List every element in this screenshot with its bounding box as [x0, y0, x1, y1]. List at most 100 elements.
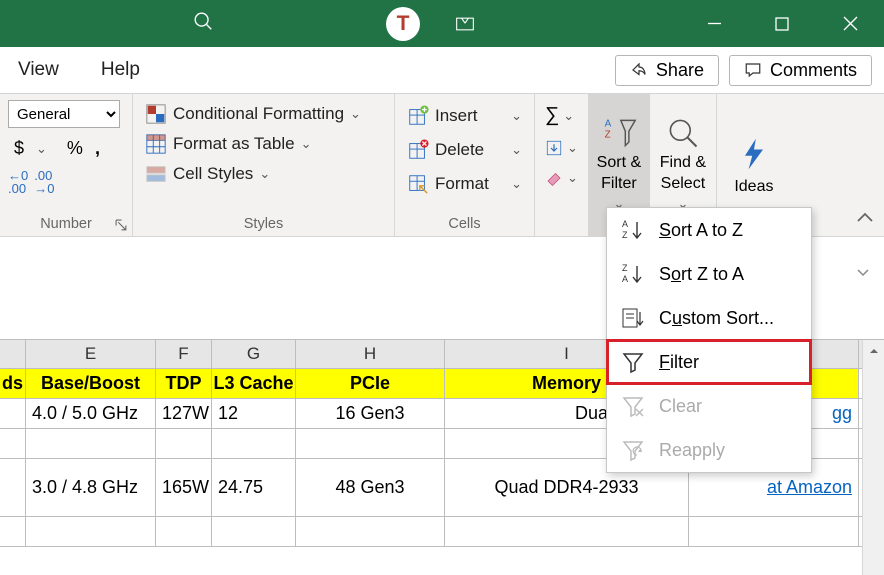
- format-label: Format: [435, 174, 489, 194]
- ribbon-display-options-icon[interactable]: [442, 0, 488, 47]
- menu-sort-a-to-z[interactable]: AZ Sort A to Z: [607, 208, 811, 252]
- number-dialog-launcher-icon[interactable]: [115, 219, 128, 232]
- sort-za-icon: ZA: [621, 262, 645, 286]
- accounting-format-button[interactable]: $: [8, 134, 30, 163]
- scroll-up-button[interactable]: [863, 340, 884, 362]
- cell[interactable]: [26, 517, 156, 546]
- cell[interactable]: TDP: [156, 369, 212, 398]
- cell[interactable]: L3 Cache: [212, 369, 296, 398]
- profile-avatar[interactable]: T: [386, 7, 420, 41]
- cells-group-label: Cells: [403, 216, 526, 232]
- collapse-ribbon-button[interactable]: [856, 211, 874, 230]
- cell[interactable]: 12: [212, 399, 296, 428]
- fill-down-icon: [545, 139, 563, 157]
- cell[interactable]: [0, 459, 26, 516]
- share-button[interactable]: Share: [615, 55, 719, 86]
- cell[interactable]: PCIe: [296, 369, 445, 398]
- percent-format-button[interactable]: %: [61, 134, 89, 163]
- window-controls: [680, 0, 884, 47]
- col-header-F[interactable]: F: [156, 340, 212, 368]
- menu-view[interactable]: View: [12, 55, 65, 85]
- col-header-E[interactable]: E: [26, 340, 156, 368]
- increase-decimal-button[interactable]: ←0.00: [8, 169, 28, 195]
- cell[interactable]: [0, 429, 26, 458]
- cell[interactable]: [296, 429, 445, 458]
- cell[interactable]: 16 Gen3: [296, 399, 445, 428]
- comments-button[interactable]: Comments: [729, 55, 872, 86]
- custom-sort-label: Custom Sort...: [659, 308, 774, 329]
- find-select-label: Find & Select: [660, 154, 706, 192]
- ideas-label: Ideas: [734, 177, 773, 198]
- clear-filter-icon: [621, 394, 645, 418]
- ideas-lightning-icon: [736, 133, 772, 175]
- fill-button[interactable]: ⌄: [541, 135, 582, 161]
- insert-button[interactable]: Insert ⌄: [403, 100, 526, 132]
- eraser-icon: [545, 169, 563, 187]
- cell[interactable]: 165W: [156, 459, 212, 516]
- cell-styles-label: Cell Styles: [173, 164, 253, 184]
- svg-text:Z: Z: [622, 263, 628, 273]
- cell[interactable]: 127W: [156, 399, 212, 428]
- cell[interactable]: [0, 399, 26, 428]
- cell[interactable]: [296, 517, 445, 546]
- col-header-blank[interactable]: [0, 340, 26, 368]
- svg-text:A: A: [622, 274, 628, 284]
- cell[interactable]: 3.0 / 4.8 GHz: [26, 459, 156, 516]
- cell[interactable]: [156, 517, 212, 546]
- conditional-formatting-button[interactable]: Conditional Formatting ⌄: [141, 100, 386, 128]
- sort-filter-dropdown: AZ Sort A to Z ZA Sort Z to A Custom Sor…: [606, 207, 812, 473]
- share-label: Share: [656, 60, 704, 81]
- format-as-table-icon: [145, 133, 167, 155]
- cell[interactable]: 4.0 / 5.0 GHz: [26, 399, 156, 428]
- filter-icon: [621, 350, 645, 374]
- svg-text:Z: Z: [622, 230, 628, 240]
- menu-help[interactable]: Help: [95, 55, 146, 85]
- titlebar: T: [0, 0, 884, 47]
- cell[interactable]: ds: [0, 369, 26, 398]
- menu-filter[interactable]: Filter: [607, 340, 811, 384]
- find-icon: [665, 115, 701, 151]
- cell[interactable]: [0, 517, 26, 546]
- conditional-formatting-icon: [145, 103, 167, 125]
- ribbon-editing-shortcuts: ∑⌄ ⌄ ⌄: [535, 94, 588, 236]
- number-format-select[interactable]: General: [8, 100, 120, 128]
- vertical-scrollbar[interactable]: [862, 340, 884, 575]
- comments-label: Comments: [770, 60, 857, 81]
- menu-custom-sort[interactable]: Custom Sort...: [607, 296, 811, 340]
- cell[interactable]: [445, 517, 689, 546]
- minimize-button[interactable]: [680, 0, 748, 47]
- col-header-G[interactable]: G: [212, 340, 296, 368]
- cell[interactable]: [212, 517, 296, 546]
- decrease-decimal-button[interactable]: .00→0: [34, 169, 54, 195]
- delete-cells-icon: [407, 139, 429, 161]
- titlebar-center: T: [0, 0, 680, 47]
- maximize-button[interactable]: [748, 0, 816, 47]
- cell[interactable]: [26, 429, 156, 458]
- menu-sort-z-to-a[interactable]: ZA Sort Z to A: [607, 252, 811, 296]
- format-cells-icon: [407, 173, 429, 195]
- cell[interactable]: [156, 429, 212, 458]
- format-button[interactable]: Format ⌄: [403, 168, 526, 200]
- sort-az-icon: AZ: [621, 218, 645, 242]
- reapply-label: Reapply: [659, 440, 725, 461]
- cell[interactable]: 24.75: [212, 459, 296, 516]
- svg-text:A: A: [605, 118, 612, 129]
- cell[interactable]: 48 Gen3: [296, 459, 445, 516]
- search-icon[interactable]: [192, 10, 214, 37]
- cell[interactable]: [212, 429, 296, 458]
- format-as-table-button[interactable]: Format as Table ⌄: [141, 130, 386, 158]
- close-button[interactable]: [816, 0, 884, 47]
- delete-button[interactable]: Delete ⌄: [403, 134, 526, 166]
- comma-format-button[interactable]: ,: [89, 134, 106, 163]
- autosum-button[interactable]: ∑⌄: [541, 100, 582, 131]
- cell-styles-button[interactable]: Cell Styles ⌄: [141, 160, 386, 188]
- accounting-dropdown[interactable]: ⌄: [30, 137, 53, 161]
- cell[interactable]: [689, 517, 859, 546]
- clear-button[interactable]: ⌄: [541, 165, 582, 191]
- formula-bar-expand-icon[interactable]: [856, 265, 870, 284]
- menubar: View Help Share Comments: [0, 47, 884, 94]
- cell[interactable]: Base/Boost: [26, 369, 156, 398]
- styles-group-label: Styles: [141, 216, 386, 232]
- col-header-H[interactable]: H: [296, 340, 445, 368]
- sort-za-label: Sort Z to A: [659, 264, 744, 285]
